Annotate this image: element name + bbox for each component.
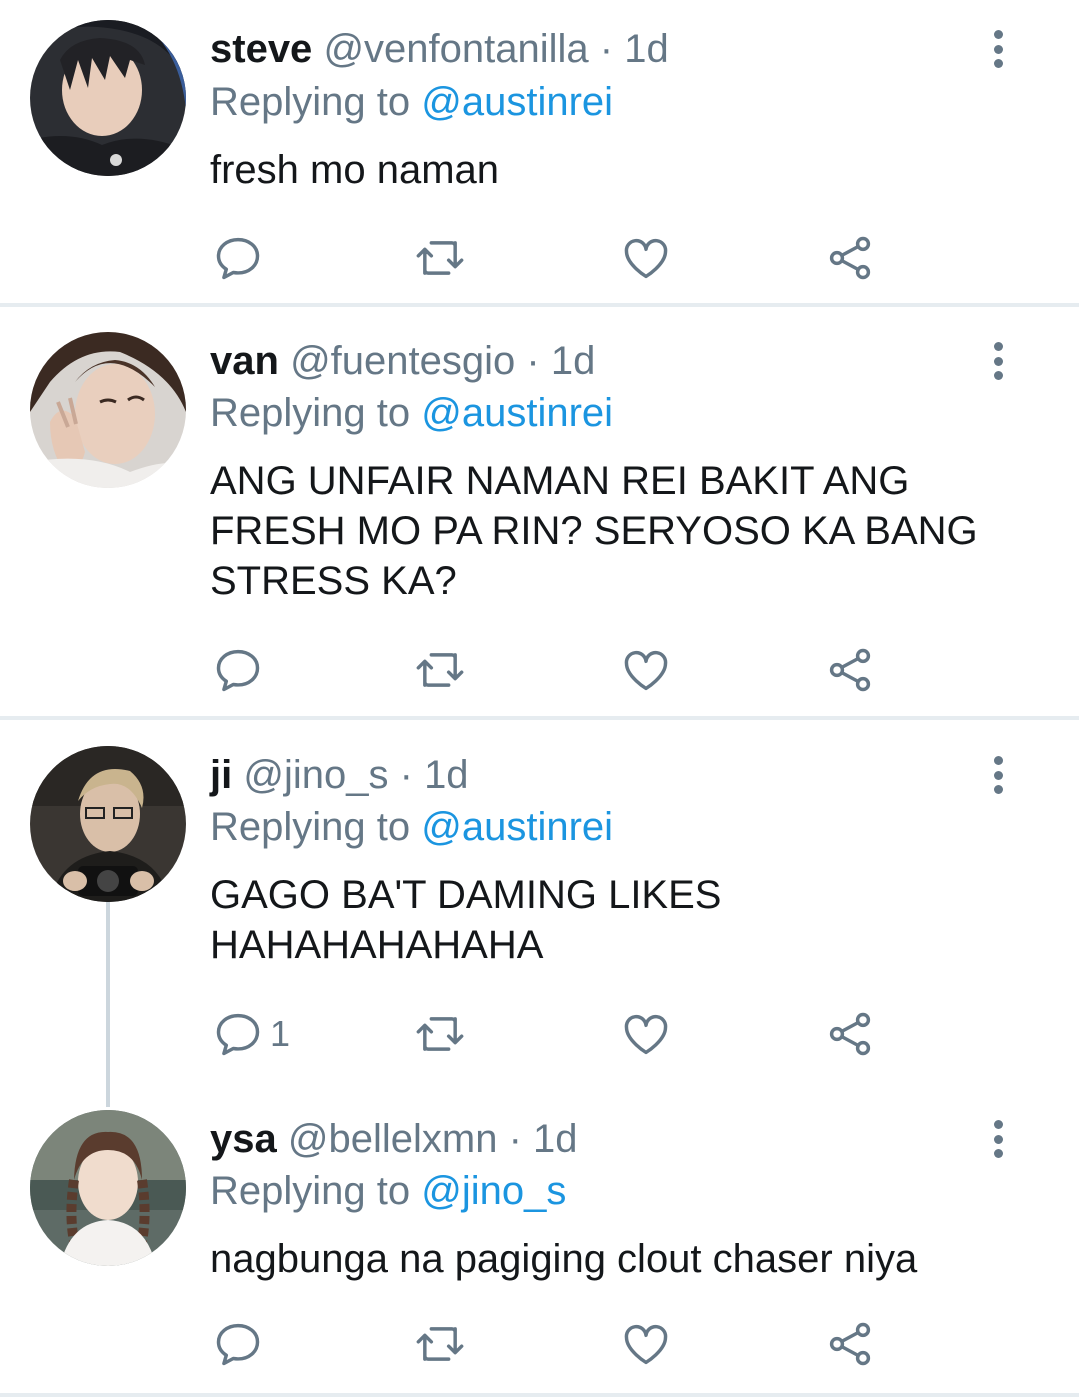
heart-icon xyxy=(624,1014,668,1055)
like-button[interactable] xyxy=(620,1004,672,1064)
tweet-text: nagbunga na pagiging clout chaser niya xyxy=(210,1237,918,1281)
tweet-text: GAGO BA'T DAMING LIKES HAHAHAHAHAHA xyxy=(210,873,722,967)
timestamp[interactable]: 1d xyxy=(551,339,596,383)
display-name[interactable]: ji xyxy=(210,753,232,797)
tweet-text: ANG UNFAIR NAMAN REI BAKIT ANG FRESH MO … xyxy=(210,459,978,603)
tweet-actions: 1 xyxy=(0,1004,1079,1064)
replying-to: Replying to @austinrei xyxy=(210,388,613,438)
retweet-icon xyxy=(416,653,464,687)
retweet-button[interactable] xyxy=(414,1004,466,1064)
reply-icon xyxy=(216,649,260,692)
reply-button[interactable]: 1 xyxy=(212,1004,290,1064)
replying-label: Replying to xyxy=(210,1169,411,1213)
tweet-ysa[interactable]: ysa @bellelxmn · 1d Replying to @jino_s … xyxy=(0,1086,1079,1397)
separator: · xyxy=(508,1117,522,1161)
divider xyxy=(0,716,1079,720)
tweet-header: steve @venfontanilla · 1d xyxy=(210,24,669,74)
replying-label: Replying to xyxy=(210,391,411,435)
avatar[interactable] xyxy=(30,1110,186,1266)
avatar[interactable] xyxy=(30,332,186,488)
share-icon xyxy=(829,1322,871,1366)
share-icon xyxy=(829,1012,871,1056)
tweet-text: fresh mo naman xyxy=(210,148,500,192)
display-name[interactable]: van xyxy=(210,339,279,383)
divider xyxy=(0,303,1079,307)
replying-to: Replying to @jino_s xyxy=(210,1166,566,1216)
like-button[interactable] xyxy=(620,228,672,288)
tweet-actions xyxy=(0,640,1079,700)
timestamp[interactable]: 1d xyxy=(424,753,469,797)
retweet-button[interactable] xyxy=(414,1314,466,1374)
timestamp[interactable]: 1d xyxy=(533,1117,578,1161)
separator: · xyxy=(599,27,614,71)
mention-link[interactable]: @jino_s xyxy=(421,1169,566,1213)
divider xyxy=(0,1393,1079,1397)
tweet-actions xyxy=(0,228,1079,288)
user-handle[interactable]: @bellelxmn xyxy=(288,1117,498,1161)
heart-icon xyxy=(624,238,668,279)
replying-label: Replying to xyxy=(210,80,411,124)
share-button[interactable] xyxy=(824,640,876,700)
replying-label: Replying to xyxy=(210,805,411,849)
mention-link[interactable]: @austinrei xyxy=(421,80,613,124)
tweet-header: ysa @bellelxmn · 1d xyxy=(210,1114,578,1164)
reply-icon xyxy=(216,237,260,280)
user-handle[interactable]: @fuentesgio xyxy=(290,339,515,383)
tweet-header: van @fuentesgio · 1d xyxy=(210,336,595,386)
share-button[interactable] xyxy=(824,1314,876,1374)
heart-icon xyxy=(624,650,668,691)
display-name[interactable]: steve xyxy=(210,27,312,71)
reply-button[interactable] xyxy=(212,1314,270,1374)
user-handle[interactable]: @jino_s xyxy=(243,753,388,797)
like-button[interactable] xyxy=(620,1314,672,1374)
share-button[interactable] xyxy=(824,1004,876,1064)
user-handle[interactable]: @venfontanilla xyxy=(323,27,588,71)
avatar[interactable] xyxy=(30,746,186,902)
share-icon xyxy=(829,236,871,280)
reply-button[interactable] xyxy=(212,228,270,288)
separator: · xyxy=(399,753,413,797)
avatar[interactable] xyxy=(30,20,186,176)
mention-link[interactable]: @austinrei xyxy=(421,805,613,849)
tweet-header: ji @jino_s · 1d xyxy=(210,750,469,800)
tweet-steve[interactable]: steve @venfontanilla · 1d Replying to @a… xyxy=(0,0,1079,305)
tweet-actions xyxy=(0,1314,1079,1374)
mention-link[interactable]: @austinrei xyxy=(421,391,613,435)
timestamp[interactable]: 1d xyxy=(624,27,669,71)
retweet-icon xyxy=(416,1017,464,1051)
more-vertical-icon[interactable] xyxy=(980,24,1016,74)
retweet-button[interactable] xyxy=(414,640,466,700)
display-name[interactable]: ysa xyxy=(210,1117,277,1161)
reply-icon xyxy=(216,1013,260,1056)
replying-to: Replying to @austinrei xyxy=(210,77,613,127)
reply-count: 1 xyxy=(270,1013,291,1054)
tweet-ji[interactable]: ji @jino_s · 1d Replying to @austinrei G… xyxy=(0,722,1079,1102)
retweet-button[interactable] xyxy=(414,228,466,288)
share-button[interactable] xyxy=(824,228,876,288)
more-vertical-icon[interactable] xyxy=(980,750,1016,800)
share-icon xyxy=(829,648,871,692)
tweet-van[interactable]: van @fuentesgio · 1d Replying to @austin… xyxy=(0,310,1079,718)
like-button[interactable] xyxy=(620,640,672,700)
replying-to: Replying to @austinrei xyxy=(210,802,613,852)
reply-icon xyxy=(216,1323,260,1366)
more-vertical-icon[interactable] xyxy=(980,1114,1016,1164)
heart-icon xyxy=(624,1324,668,1365)
retweet-icon xyxy=(416,1327,464,1361)
more-vertical-icon[interactable] xyxy=(980,336,1016,386)
reply-button[interactable] xyxy=(212,640,270,700)
retweet-icon xyxy=(416,241,464,275)
separator: · xyxy=(526,339,540,383)
